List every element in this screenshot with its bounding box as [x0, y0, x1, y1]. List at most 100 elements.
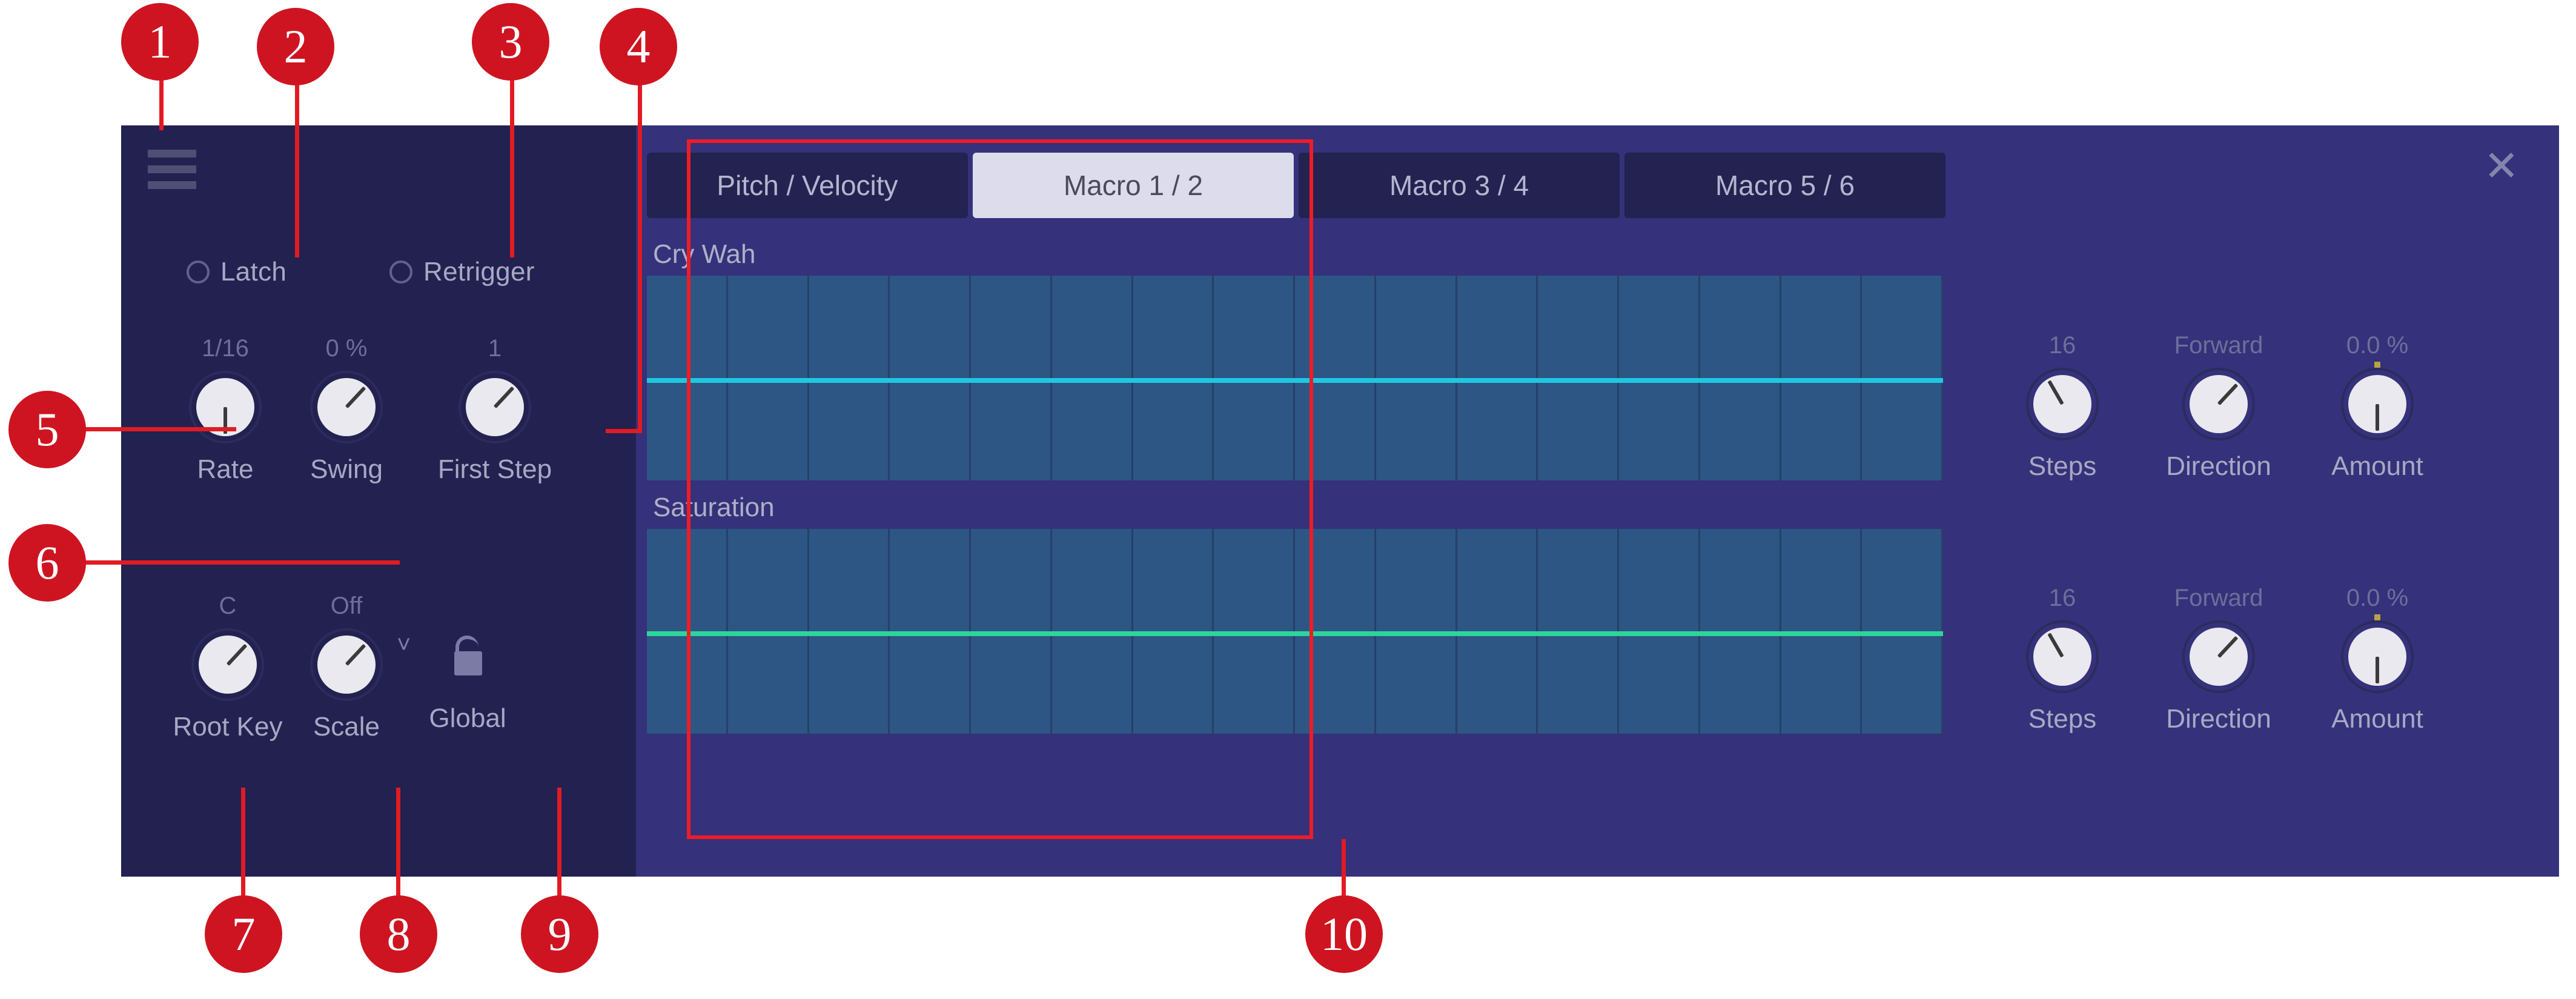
callout-number: 1	[148, 15, 172, 68]
rate-value: 1/16	[202, 335, 249, 362]
root-key-label: Root Key	[173, 712, 283, 742]
lane-title: Saturation	[653, 493, 775, 522]
global-lock-cell[interactable]: Global	[401, 592, 534, 734]
callout-badge-6: 6	[8, 524, 86, 602]
callout-number: 2	[283, 20, 308, 73]
callout-number: 6	[35, 536, 59, 589]
root-key-knob-cell[interactable]: C Root Key	[161, 592, 294, 742]
global-label: Global	[429, 703, 506, 733]
tab-label: Macro 1 / 2	[1063, 170, 1204, 201]
tab-label: Macro 5 / 6	[1715, 170, 1855, 201]
lane2-direction-knob[interactable]	[2182, 620, 2255, 693]
retrigger-toggle[interactable]: Retrigger	[389, 257, 535, 287]
callout-badge-9: 9	[521, 895, 598, 973]
lane2-direction-label: Direction	[2166, 704, 2271, 734]
latch-label: Latch	[220, 257, 287, 287]
tab-macro-1-2[interactable]: Macro 1 / 2	[973, 153, 1294, 218]
retrigger-radio-icon[interactable]	[389, 261, 412, 284]
knob-marker-dot	[2374, 362, 2380, 368]
lane1-amount-label: Amount	[2331, 451, 2423, 481]
latch-radio-icon[interactable]	[187, 261, 210, 284]
lane1-amount-cell[interactable]: 0.0 % Amount	[2293, 331, 2462, 482]
callout-number: 4	[626, 20, 651, 73]
padlock-body	[454, 651, 482, 675]
callout-badge-1: 1	[121, 3, 199, 81]
hamburger-bar	[148, 165, 196, 173]
close-icon[interactable]: ✕	[2480, 145, 2523, 188]
hamburger-bar	[148, 150, 196, 158]
lane2-amount-knob[interactable]	[2341, 614, 2414, 693]
swing-knob[interactable]	[310, 371, 383, 443]
lane2-controls: 16 Steps Forward Direction 0.0 % Amount	[1978, 584, 2523, 766]
callout-badge-8: 8	[360, 895, 437, 973]
scale-label: Scale	[313, 712, 380, 742]
arpeggiator-plugin-window: Latch Retrigger 1/16 Rate 0 % Swing 1 Fi…	[121, 125, 2559, 877]
tab-label: Macro 3 / 4	[1389, 170, 1529, 201]
lane1-steps-cell[interactable]: 16 Steps	[1978, 331, 2147, 482]
swing-label: Swing	[310, 454, 383, 484]
rate-label: Rate	[197, 454, 254, 484]
lane1-direction-label: Direction	[2166, 451, 2271, 481]
knob-pointer	[2376, 657, 2379, 683]
tab-pitch-velocity[interactable]: Pitch / Velocity	[647, 153, 968, 218]
scale-knob[interactable]	[310, 628, 383, 701]
lane1-steps-knob[interactable]	[2026, 368, 2099, 440]
unlocked-padlock-icon[interactable]	[431, 620, 504, 692]
rate-knob[interactable]	[189, 371, 262, 443]
main-panel: ✕ Pitch / Velocity Macro 1 / 2 Macro 3 /…	[636, 125, 2559, 877]
lane2-amount-value: 0.0 %	[2346, 585, 2409, 611]
lane1-steps-label: Steps	[2028, 451, 2097, 481]
callout-leader-5	[85, 427, 236, 431]
tab-label: Pitch / Velocity	[717, 170, 898, 201]
callout-number: 10	[1320, 908, 1368, 960]
hamburger-icon[interactable]	[148, 150, 196, 189]
callout-leader-4a	[638, 58, 642, 433]
lane1-amount-knob[interactable]	[2341, 362, 2414, 440]
lane2-direction-cell[interactable]: Forward Direction	[2134, 584, 2303, 734]
rate-knob-cell[interactable]: 1/16 Rate	[159, 334, 292, 485]
first-step-knob-cell[interactable]: 1 First Step	[428, 334, 561, 485]
root-key-knob[interactable]	[191, 628, 264, 701]
callout-badge-5: 5	[8, 391, 86, 468]
lane-value-line[interactable]	[647, 631, 1943, 636]
knob-pointer	[2376, 404, 2379, 431]
tab-macro-5-6[interactable]: Macro 5 / 6	[1624, 153, 1945, 218]
callout-number: 7	[231, 908, 256, 960]
lane2-amount-label: Amount	[2331, 704, 2423, 734]
latch-toggle[interactable]: Latch	[187, 257, 286, 287]
lane1-amount-value: 0.0 %	[2346, 332, 2409, 359]
lane2-steps-label: Steps	[2028, 704, 2097, 734]
callout-number: 5	[35, 403, 59, 456]
callout-number: 8	[386, 908, 411, 960]
lane1-direction-cell[interactable]: Forward Direction	[2134, 331, 2303, 482]
step-grid[interactable]	[647, 529, 1943, 734]
root-key-value: C	[219, 592, 237, 619]
callout-leader-6	[85, 560, 400, 565]
screenshot-root: Latch Retrigger 1/16 Rate 0 % Swing 1 Fi…	[0, 0, 2576, 999]
tab-macro-3-4[interactable]: Macro 3 / 4	[1299, 153, 1620, 218]
retrigger-label: Retrigger	[423, 257, 535, 287]
knob-marker-dot	[2374, 614, 2380, 620]
swing-knob-cell[interactable]: 0 % Swing	[280, 334, 413, 485]
callout-leader-3	[510, 58, 514, 257]
lane2-direction-value: Forward	[2174, 585, 2263, 611]
global-spacer	[401, 592, 534, 620]
lane-value-line[interactable]	[647, 378, 1943, 383]
lane1-controls: 16 Steps Forward Direction 0.0 % Amount	[1978, 331, 2523, 513]
knob-face	[2033, 375, 2091, 433]
lane2-steps-cell[interactable]: 16 Steps	[1978, 584, 2147, 734]
lane1-direction-knob[interactable]	[2182, 368, 2255, 440]
scale-knob-cell[interactable]: Off Scale	[280, 592, 413, 742]
callout-number: 3	[498, 15, 523, 68]
step-grid[interactable]	[647, 276, 1943, 480]
callout-badge-3: 3	[472, 3, 549, 81]
callout-leader-2	[295, 58, 299, 257]
callout-badge-2: 2	[257, 8, 334, 85]
lane-title: Cry Wah	[653, 239, 756, 269]
lane2-steps-knob[interactable]	[2026, 620, 2099, 693]
callout-leader-4b	[606, 429, 642, 433]
first-step-knob[interactable]	[459, 371, 531, 443]
swing-value: 0 %	[325, 335, 368, 362]
lane-cry-wah: Cry Wah	[647, 233, 1943, 480]
lane2-amount-cell[interactable]: 0.0 % Amount	[2293, 584, 2462, 734]
